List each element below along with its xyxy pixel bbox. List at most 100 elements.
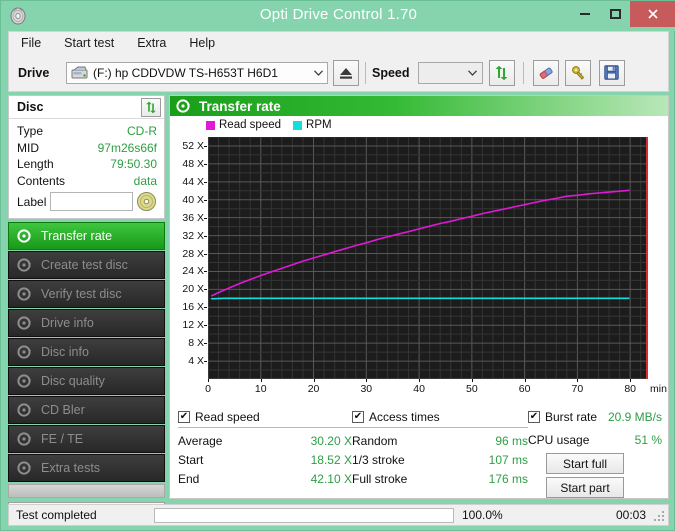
disc-test-icon	[17, 286, 33, 302]
main-panel: Transfer rate Read speed RPM 4 X8 X12 X1…	[169, 95, 669, 499]
x-axis-unit-label: min	[650, 383, 667, 395]
legend-swatch	[293, 121, 302, 130]
sidebar-item-transfer-rate[interactable]: Transfer rate	[8, 222, 165, 250]
x-axis-tick-label: 50	[466, 383, 478, 395]
disc-row-label: Length	[17, 156, 54, 173]
disc-label-input[interactable]	[50, 192, 133, 211]
disc-info-box: Disc Type CD-R MID 97m26s66f	[8, 95, 165, 219]
x-axis-tick-label: 10	[255, 383, 267, 395]
y-axis-tick	[204, 182, 207, 183]
application-window: Opti Drive Control 1.70 File Start test …	[0, 0, 675, 531]
elapsed-time: 00:03	[522, 508, 668, 522]
start-part-button[interactable]: Start part	[546, 477, 624, 498]
sidebar-item-label: Disc info	[41, 345, 89, 359]
x-axis-tick	[577, 379, 578, 382]
disc-refresh-button[interactable]	[141, 98, 161, 117]
menu-bar: File Start test Extra Help	[8, 31, 669, 54]
disc-row-value: 97m26s66f	[98, 140, 157, 157]
burst-rate-checkbox[interactable]: ✔	[528, 411, 540, 423]
save-button[interactable]	[599, 60, 625, 86]
progress-percent: 100.0%	[454, 508, 522, 522]
sidebar-item-disc-info[interactable]: Disc info	[8, 338, 165, 366]
sidebar-item-extra-tests[interactable]: Extra tests	[8, 454, 165, 482]
disc-test-icon	[17, 257, 33, 273]
sidebar-item-label: CD Bler	[41, 403, 85, 417]
sidebar-item-create-test-disc[interactable]: Create test disc	[8, 251, 165, 279]
y-axis-tick-label: 44 X	[182, 176, 204, 188]
speed-label: Speed	[372, 66, 410, 80]
legend-entry-rpm: RPM	[293, 119, 332, 131]
x-axis-tick-label: 40	[413, 383, 425, 395]
disc-row-mid: MID 97m26s66f	[17, 140, 157, 157]
sidebar-item-label: Transfer rate	[41, 229, 112, 243]
refresh-icon	[493, 65, 510, 81]
chevron-down-icon	[309, 63, 327, 83]
y-axis-tick	[204, 200, 207, 201]
cd-disc-icon[interactable]	[136, 191, 157, 212]
y-axis-tick-label: 52 X	[182, 140, 204, 152]
refresh-button[interactable]	[489, 60, 515, 86]
y-axis-tick-label: 48 X	[182, 158, 204, 170]
stat-value: 107 ms	[489, 451, 528, 470]
sidebar-nav: Transfer rate Create test disc	[8, 222, 165, 524]
y-axis-tick	[204, 361, 207, 362]
x-axis-tick	[366, 379, 367, 382]
y-axis-tick	[204, 254, 207, 255]
sidebar-item-verify-test-disc[interactable]: Verify test disc	[8, 280, 165, 308]
disc-test-icon	[17, 228, 33, 244]
read-speed-checkbox[interactable]: ✔	[178, 411, 190, 423]
sidebar-item-label: Extra tests	[41, 461, 100, 475]
stat-value: 176 ms	[489, 470, 528, 489]
chart-plot-area[interactable]	[208, 137, 648, 379]
menu-file[interactable]: File	[18, 34, 44, 52]
toolbar: Drive (F:) hp CDDVDW TS-H653T H6D1	[8, 54, 669, 92]
title-bar: Opti Drive Control 1.70	[1, 1, 675, 31]
stat-row-average: Average 30.20 X	[178, 432, 352, 451]
refresh-icon	[144, 101, 158, 114]
menu-help[interactable]: Help	[186, 34, 218, 52]
y-axis-tick	[204, 343, 207, 344]
stat-value: 51 %	[635, 431, 662, 450]
erase-button[interactable]	[533, 60, 559, 86]
burst-rate-value: 20.9 MB/s	[608, 410, 662, 424]
stat-row-cpu-usage: CPU usage 51 %	[528, 431, 662, 450]
y-axis-tick-label: 12 X	[182, 319, 204, 331]
disc-row-value: CD-R	[127, 123, 157, 140]
disc-row-value: 79:50.30	[110, 156, 157, 173]
left-panel: Disc Type CD-R MID 97m26s66f	[8, 95, 165, 499]
y-axis-tick-label: 40 X	[182, 194, 204, 206]
bitsetting-button[interactable]	[565, 60, 591, 86]
maximize-button[interactable]	[600, 1, 630, 27]
speed-select[interactable]	[418, 62, 483, 84]
disc-row-value: data	[134, 173, 157, 190]
menu-start-test[interactable]: Start test	[61, 34, 117, 52]
disc-test-icon	[17, 402, 33, 418]
legend-label: Read speed	[219, 119, 281, 131]
access-times-checkbox[interactable]: ✔	[352, 411, 364, 423]
stat-row-end: End 42.10 X	[178, 470, 352, 489]
x-axis-tick	[472, 379, 473, 382]
minimize-button[interactable]	[570, 1, 600, 27]
disc-test-icon	[17, 431, 33, 447]
access-times-header: ✔ Access times	[352, 410, 528, 428]
window-controls	[570, 1, 675, 27]
sidebar-item-fe-te[interactable]: FE / TE	[8, 425, 165, 453]
x-axis-tick	[261, 379, 262, 382]
sidebar-item-cd-bler[interactable]: CD Bler	[8, 396, 165, 424]
resize-grip[interactable]	[654, 511, 665, 522]
disc-test-icon	[176, 98, 192, 114]
sidebar-item-drive-info[interactable]: Drive info	[8, 309, 165, 337]
sidebar-item-disc-quality[interactable]: Disc quality	[8, 367, 165, 395]
stat-label: End	[178, 470, 199, 489]
start-full-button[interactable]: Start full	[546, 453, 624, 474]
menu-extra[interactable]: Extra	[134, 34, 169, 52]
x-axis-tick-label: 20	[308, 383, 320, 395]
stat-label: CPU usage	[528, 431, 589, 450]
eject-button[interactable]	[333, 60, 359, 86]
sidebar-item-label: FE / TE	[41, 432, 83, 446]
close-button[interactable]	[630, 1, 675, 27]
y-axis-tick-label: 24 X	[182, 265, 204, 277]
drive-select[interactable]: (F:) hp CDDVDW TS-H653T H6D1	[66, 62, 328, 84]
disc-properties: Type CD-R MID 97m26s66f Length 79:50.30 …	[9, 119, 164, 218]
disc-row-label: Contents	[17, 173, 65, 190]
